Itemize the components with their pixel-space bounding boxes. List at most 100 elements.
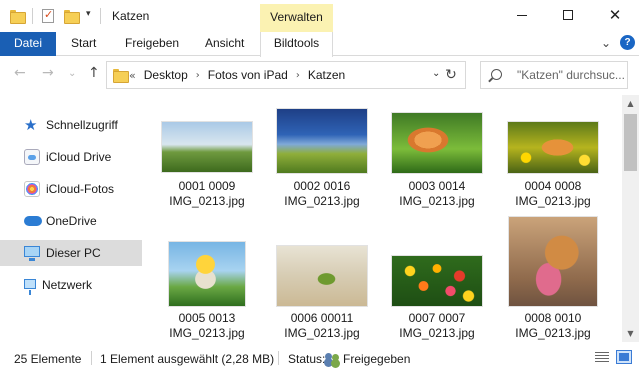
sidebar-item-schnellzugriff[interactable]: ★ Schnellzugriff bbox=[0, 112, 142, 138]
icloud-drive-icon bbox=[24, 149, 40, 165]
status-divider bbox=[278, 351, 279, 365]
file-name-line1: 0004 0008 bbox=[524, 179, 582, 193]
recent-locations-icon[interactable]: ⌄ bbox=[68, 68, 76, 79]
image-thumbnail bbox=[276, 245, 368, 307]
sharing-status: Freigegeben bbox=[325, 352, 410, 366]
search-box[interactable] bbox=[480, 61, 628, 89]
file-name-line1: 0008 0010 bbox=[524, 311, 582, 325]
sidebar-item-label: OneDrive bbox=[46, 214, 97, 228]
tab-freigeben[interactable]: Freigeben bbox=[125, 32, 179, 56]
file-name-line2: IMG_0213.jpg bbox=[169, 194, 245, 208]
image-thumbnail bbox=[276, 108, 368, 174]
file-name-line1: 0001 0009 bbox=[178, 179, 236, 193]
close-icon: ✕ bbox=[608, 5, 622, 24]
tab-datei[interactable]: Datei bbox=[0, 32, 56, 56]
sidebar-item-label: Schnellzugriff bbox=[46, 118, 118, 132]
file-name-line2: IMG_0213.jpg bbox=[284, 326, 360, 340]
vertical-scrollbar[interactable]: ▲ ▼ bbox=[622, 95, 639, 342]
window-title: Katzen bbox=[112, 9, 150, 23]
onedrive-cloud-icon bbox=[24, 213, 42, 229]
scroll-down-icon[interactable]: ▼ bbox=[622, 325, 639, 342]
address-folder-icon bbox=[113, 69, 129, 83]
sidebar-item-onedrive[interactable]: OneDrive bbox=[0, 208, 142, 234]
item-count: 25 Elemente bbox=[14, 352, 82, 366]
breadcrumb-desktop[interactable]: Desktop bbox=[144, 68, 188, 82]
shared-users-icon bbox=[325, 353, 340, 365]
maximize-button[interactable] bbox=[545, 0, 591, 30]
minimize-button[interactable] bbox=[499, 0, 545, 30]
sidebar-item-label: iCloud Drive bbox=[46, 150, 112, 164]
image-thumbnail bbox=[391, 255, 483, 307]
image-thumbnail bbox=[507, 121, 599, 174]
up-arrow-icon[interactable]: ↑ bbox=[88, 65, 100, 81]
help-icon[interactable]: ? bbox=[620, 35, 635, 50]
ribbon-tabs: Datei Start Freigeben Ansicht Bildtools bbox=[0, 32, 639, 57]
expand-ribbon-icon[interactable]: ⌄ bbox=[601, 36, 611, 50]
sharing-status-label: Status: bbox=[288, 352, 326, 366]
file-list: 0001 0009 IMG_0213.jpg 0002 0016 IMG_021… bbox=[150, 103, 616, 343]
title-divider bbox=[100, 8, 101, 24]
scrollbar-thumb[interactable] bbox=[624, 114, 637, 171]
breadcrumb-separator-icon[interactable]: › bbox=[296, 70, 300, 81]
image-thumbnail bbox=[161, 121, 253, 173]
status-divider bbox=[91, 351, 92, 365]
contextual-tab-group-label: Verwalten bbox=[260, 4, 333, 32]
folder-icon bbox=[10, 8, 26, 24]
tab-ansicht[interactable]: Ansicht bbox=[205, 32, 244, 56]
image-thumbnail bbox=[391, 112, 483, 174]
sidebar-item-label: Dieser PC bbox=[46, 246, 101, 260]
properties-icon[interactable] bbox=[42, 8, 54, 24]
this-pc-icon bbox=[24, 246, 40, 261]
scroll-up-icon[interactable]: ▲ bbox=[622, 95, 639, 112]
large-icons-view-icon[interactable] bbox=[616, 350, 632, 364]
network-icon bbox=[24, 279, 36, 295]
breadcrumb-overflow-icon[interactable]: « bbox=[129, 69, 136, 82]
sidebar-item-icloud-fotos[interactable]: iCloud-Fotos bbox=[0, 176, 142, 202]
file-name-line2: IMG_0213.jpg bbox=[399, 326, 475, 340]
close-button[interactable]: ✕ bbox=[592, 0, 638, 30]
selection-info: 1 Element ausgewählt (2,28 MB) bbox=[100, 352, 275, 366]
refresh-icon[interactable]: ↻ bbox=[437, 61, 466, 89]
navigation-bar: ← → ⌄ ↑ « Desktop › Fotos von iPad › Kat… bbox=[0, 57, 639, 93]
title-bar: ▾ Katzen Verwalten ✕ bbox=[0, 0, 639, 32]
new-folder-icon[interactable] bbox=[64, 8, 80, 24]
address-bar[interactable]: « Desktop › Fotos von iPad › Katzen ⌄ bbox=[106, 61, 466, 89]
tab-start[interactable]: Start bbox=[71, 32, 96, 56]
image-thumbnail bbox=[168, 241, 246, 307]
details-view-icon[interactable] bbox=[594, 350, 610, 364]
sidebar-item-label: Netzwerk bbox=[42, 278, 93, 292]
sidebar-item-netzwerk[interactable]: Netzwerk bbox=[0, 272, 142, 298]
file-name-line2: IMG_0213.jpg bbox=[169, 326, 245, 340]
back-arrow-icon[interactable]: ← bbox=[14, 65, 26, 81]
file-name-line2: IMG_0213.jpg bbox=[284, 194, 360, 208]
file-name-line2: IMG_0213.jpg bbox=[515, 194, 591, 208]
breadcrumb-fotos-von-ipad[interactable]: Fotos von iPad bbox=[208, 68, 288, 82]
file-name-line1: 0006 00011 bbox=[290, 311, 354, 325]
file-name-line1: 0002 0016 bbox=[293, 179, 351, 193]
file-name-line1: 0007 0007 bbox=[408, 311, 466, 325]
quick-access-divider bbox=[32, 8, 33, 24]
file-name-line1: 0003 0014 bbox=[408, 179, 466, 193]
sidebar-item-label: iCloud-Fotos bbox=[46, 182, 115, 196]
navigation-pane: ★ Schnellzugriff iCloud Drive iCloud-Fot… bbox=[0, 95, 142, 340]
status-bar: 25 Elemente 1 Element ausgewählt (2,28 M… bbox=[0, 345, 639, 372]
file-name-line2: IMG_0213.jpg bbox=[399, 194, 475, 208]
breadcrumb-separator-icon[interactable]: › bbox=[196, 70, 200, 81]
search-input[interactable] bbox=[517, 67, 627, 83]
tab-bildtools[interactable]: Bildtools bbox=[260, 32, 333, 57]
search-icon bbox=[491, 69, 502, 80]
sidebar-item-dieser-pc[interactable]: Dieser PC bbox=[0, 240, 142, 266]
star-icon: ★ bbox=[24, 116, 38, 134]
file-name-line2: IMG_0213.jpg bbox=[515, 326, 591, 340]
customize-quick-access-icon[interactable]: ▾ bbox=[86, 9, 91, 19]
minimize-icon bbox=[517, 14, 527, 16]
breadcrumb: « Desktop › Fotos von iPad › Katzen bbox=[129, 68, 345, 82]
breadcrumb-katzen[interactable]: Katzen bbox=[308, 68, 345, 82]
maximize-icon bbox=[563, 10, 573, 20]
forward-arrow-icon[interactable]: → bbox=[42, 65, 54, 81]
file-name-line1: 0005 0013 bbox=[178, 311, 236, 325]
sharing-status-value: Freigegeben bbox=[343, 352, 411, 366]
icloud-photos-icon bbox=[24, 181, 40, 197]
image-thumbnail bbox=[508, 216, 598, 307]
sidebar-item-icloud-drive[interactable]: iCloud Drive bbox=[0, 144, 142, 170]
